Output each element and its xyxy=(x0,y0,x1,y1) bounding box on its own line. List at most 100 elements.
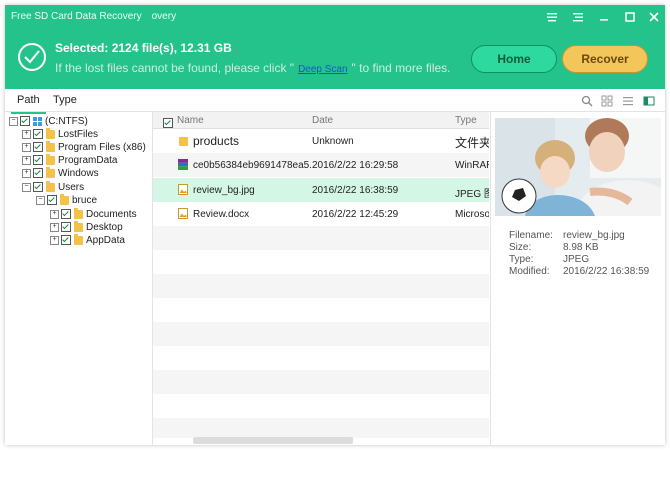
checkbox[interactable] xyxy=(33,155,43,166)
meta-size: Size: 8.98 KB xyxy=(509,242,599,253)
grid-view-icon[interactable] xyxy=(601,95,613,107)
folder-icon xyxy=(46,180,55,192)
search-icon[interactable] xyxy=(581,95,593,107)
expand-icon[interactable]: + xyxy=(22,155,31,165)
empty-row xyxy=(153,394,489,418)
file-type: WinRAR xyxy=(455,160,489,171)
column-date[interactable]: Date xyxy=(312,115,333,126)
meta-modified: Modified: 2016/2/22 16:38:59 xyxy=(509,266,650,277)
tree-item-documents[interactable]: + Documents xyxy=(50,207,137,222)
file-date: 2016/2/22 16:29:58 xyxy=(312,160,399,171)
tab-type[interactable]: Type xyxy=(53,94,77,106)
empty-row xyxy=(153,226,489,250)
collapse-icon[interactable]: − xyxy=(22,182,31,192)
checkbox[interactable] xyxy=(33,142,43,153)
tree-item-desktop[interactable]: + Desktop xyxy=(50,220,123,235)
success-check-icon xyxy=(18,43,46,71)
checkbox[interactable] xyxy=(33,182,43,193)
column-name[interactable]: Name xyxy=(177,115,204,126)
checkbox[interactable] xyxy=(33,168,43,179)
folder-icon xyxy=(46,140,55,152)
table-row[interactable]: products Unknown 文件夹 xyxy=(153,129,489,153)
document-file-icon xyxy=(178,208,188,219)
list-view-icon[interactable] xyxy=(622,95,634,107)
file-name: products xyxy=(193,134,240,148)
empty-row xyxy=(153,298,489,322)
recover-button[interactable]: Recover xyxy=(562,45,648,73)
folder-icon xyxy=(74,220,83,232)
collapse-icon[interactable]: − xyxy=(36,195,45,205)
view-tabs: Path Type xyxy=(5,89,665,114)
folder-tree: − (C:NTFS) + LostFiles + Program Files (x86… xyxy=(5,112,153,445)
table-row-selected[interactable]: review_bg.jpg 2016/2/22 16:38:59 JPEG 图 xyxy=(153,178,489,202)
tree-item-appdata[interactable]: + AppData xyxy=(50,233,125,248)
deep-scan-link[interactable]: Deep Scan xyxy=(298,64,347,75)
empty-row xyxy=(153,418,489,438)
maximize-icon[interactable] xyxy=(623,11,637,25)
window-title-suffix: overy xyxy=(151,11,177,22)
drive-icon xyxy=(33,116,42,126)
folder-icon xyxy=(46,166,55,178)
minimize-icon[interactable] xyxy=(597,11,611,25)
tree-item-program-files[interactable]: + Program Files (x86) xyxy=(22,140,146,155)
checkbox[interactable] xyxy=(47,195,57,206)
expand-icon[interactable]: + xyxy=(50,222,59,232)
horizontal-scrollbar[interactable] xyxy=(193,437,353,444)
folder-icon xyxy=(179,137,188,146)
expand-icon[interactable]: + xyxy=(50,209,59,219)
meta-filename: Filename: review_bg.jpg xyxy=(509,230,625,241)
header-bar: Free SD Card Data Recovery overy Selected… xyxy=(5,5,665,89)
table-row[interactable]: ce0b56384eb9691478ea5... 2016/2/22 16:29… xyxy=(153,153,489,177)
archive-icon xyxy=(178,159,188,170)
column-header: Name Date Type xyxy=(153,112,489,129)
home-button[interactable]: Home xyxy=(471,45,557,73)
file-date: Unknown xyxy=(312,136,354,147)
checkbox[interactable] xyxy=(61,222,71,233)
empty-row xyxy=(153,322,489,346)
expand-icon[interactable]: + xyxy=(22,168,31,178)
checkbox[interactable] xyxy=(61,235,71,246)
file-type: JPEG 图 xyxy=(455,189,489,200)
checkbox[interactable] xyxy=(33,129,43,140)
table-row[interactable]: Review.docx 2016/2/22 12:45:29 Microso xyxy=(153,202,489,226)
preview-pane-icon[interactable] xyxy=(643,95,655,107)
file-date: 2016/2/22 12:45:29 xyxy=(312,209,399,220)
folder-icon xyxy=(46,127,55,139)
tree-item-lostfiles[interactable]: + LostFiles xyxy=(22,127,98,142)
file-date: 2016/2/22 16:38:59 xyxy=(312,185,399,196)
file-name: review_bg.jpg xyxy=(193,185,255,196)
tree-item-users[interactable]: − Users xyxy=(22,180,84,195)
column-type[interactable]: Type xyxy=(455,115,477,126)
collapse-icon[interactable]: − xyxy=(9,116,18,126)
file-name: ce0b56384eb9691478ea5... xyxy=(193,160,311,171)
file-name: Review.docx xyxy=(193,209,250,220)
file-type: 文件夹 xyxy=(455,136,489,150)
folder-icon xyxy=(46,153,55,165)
empty-row xyxy=(153,274,489,298)
file-type: Microso xyxy=(455,209,489,220)
folder-icon xyxy=(74,233,83,245)
window-title: Free SD Card Data Recovery overy xyxy=(11,11,177,22)
file-list: Name Date Type products Unknown 文件夹 ce0b… xyxy=(153,112,489,445)
folder-icon xyxy=(60,193,69,205)
expand-icon[interactable]: + xyxy=(22,142,31,152)
meta-type: Type: JPEG xyxy=(509,254,590,265)
tree-item-bruce[interactable]: − bruce xyxy=(36,193,97,208)
empty-row xyxy=(153,346,489,370)
tab-path[interactable]: Path xyxy=(11,94,46,114)
checkbox[interactable] xyxy=(20,116,30,127)
folder-icon xyxy=(74,207,83,219)
close-icon[interactable] xyxy=(647,11,661,25)
tree-item-windows[interactable]: + Windows xyxy=(22,166,99,181)
checkbox[interactable] xyxy=(61,209,71,220)
empty-row xyxy=(153,370,489,394)
tree-item-programdata[interactable]: + ProgramData xyxy=(22,153,117,168)
expand-icon[interactable]: + xyxy=(22,129,31,139)
selected-summary: Selected: 2124 file(s), 12.31 GB xyxy=(55,41,232,55)
expand-icon[interactable]: + xyxy=(50,235,59,245)
list-icon[interactable] xyxy=(571,11,585,25)
preview-image xyxy=(495,118,661,216)
image-file-icon xyxy=(178,184,188,195)
menu-icon[interactable] xyxy=(545,11,559,25)
app-window: Free SD Card Data Recovery overy Selected… xyxy=(5,5,665,445)
